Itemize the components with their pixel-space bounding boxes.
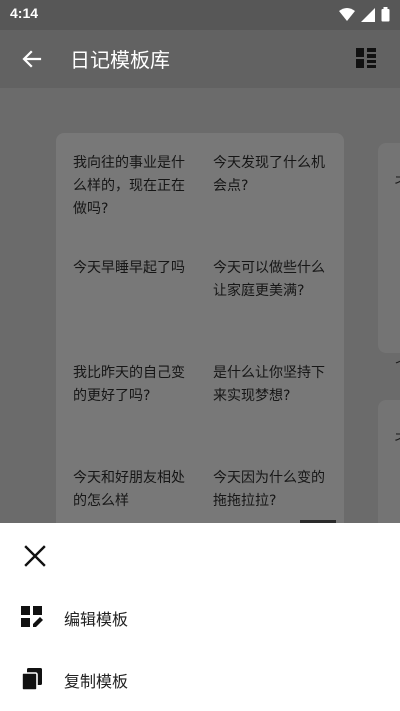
close-icon [24, 545, 46, 567]
side-card-text: ネ [394, 171, 400, 191]
battery-icon [381, 7, 390, 22]
arrow-left-icon [22, 50, 42, 68]
app-bar: 日记模板库 [0, 30, 400, 88]
template-card[interactable]: 我向往的事业是什么样的，现在正在做吗? 今天发现了什么机会点? 今天早睡早起了吗… [56, 133, 344, 523]
back-button[interactable] [18, 45, 46, 73]
menu-item-label: 复制模板 [64, 672, 129, 691]
edit-template-icon [20, 605, 44, 629]
template-card-next[interactable]: ネ ィ [378, 143, 400, 370]
layout-toggle-button[interactable] [354, 46, 378, 70]
status-bar: 4:14 [0, 0, 400, 30]
copy-icon [20, 667, 44, 691]
wifi-icon [339, 7, 355, 21]
prompt-item[interactable]: 今天和好朋友相处的怎么样 [73, 467, 191, 513]
template-carousel[interactable]: 我向往的事业是什么样的，现在正在做吗? 今天发现了什么机会点? 今天早睡早起了吗… [0, 88, 400, 523]
prompt-item[interactable]: 今天因为什么变的拖拖拉拉? [213, 467, 328, 513]
prompt-item[interactable]: 今天可以做些什么让家庭更美满? [213, 257, 328, 303]
status-icons [339, 7, 390, 22]
side-card-text: ィ [394, 351, 400, 371]
prompt-item[interactable]: 我向往的事业是什么样的，现在正在做吗? [73, 152, 191, 221]
close-button[interactable] [22, 543, 48, 569]
prompt-item[interactable]: 今天早睡早起了吗 [73, 257, 191, 280]
grid-view-icon [356, 48, 376, 68]
page-title: 日记模板库 [70, 48, 170, 72]
signal-icon [361, 7, 375, 22]
prompt-item[interactable]: 今天发现了什么机会点? [213, 152, 328, 198]
menu-item-label: 编辑模板 [64, 610, 129, 629]
prompt-item[interactable]: 我比昨天的自己变的更好了吗? [73, 362, 191, 408]
status-time: 4:14 [10, 5, 39, 21]
side-card-text: ネ [394, 428, 400, 448]
menu-item-copy-template[interactable]: 复制模板 [0, 653, 400, 705]
menu-item-edit-template[interactable]: 编辑模板 [0, 591, 400, 643]
template-card-next-2[interactable]: ネ [378, 400, 400, 523]
bottom-sheet: 编辑模板 复制模板 [0, 523, 400, 711]
prompt-item[interactable]: 是什么让你坚持下来实现梦想? [213, 362, 328, 408]
